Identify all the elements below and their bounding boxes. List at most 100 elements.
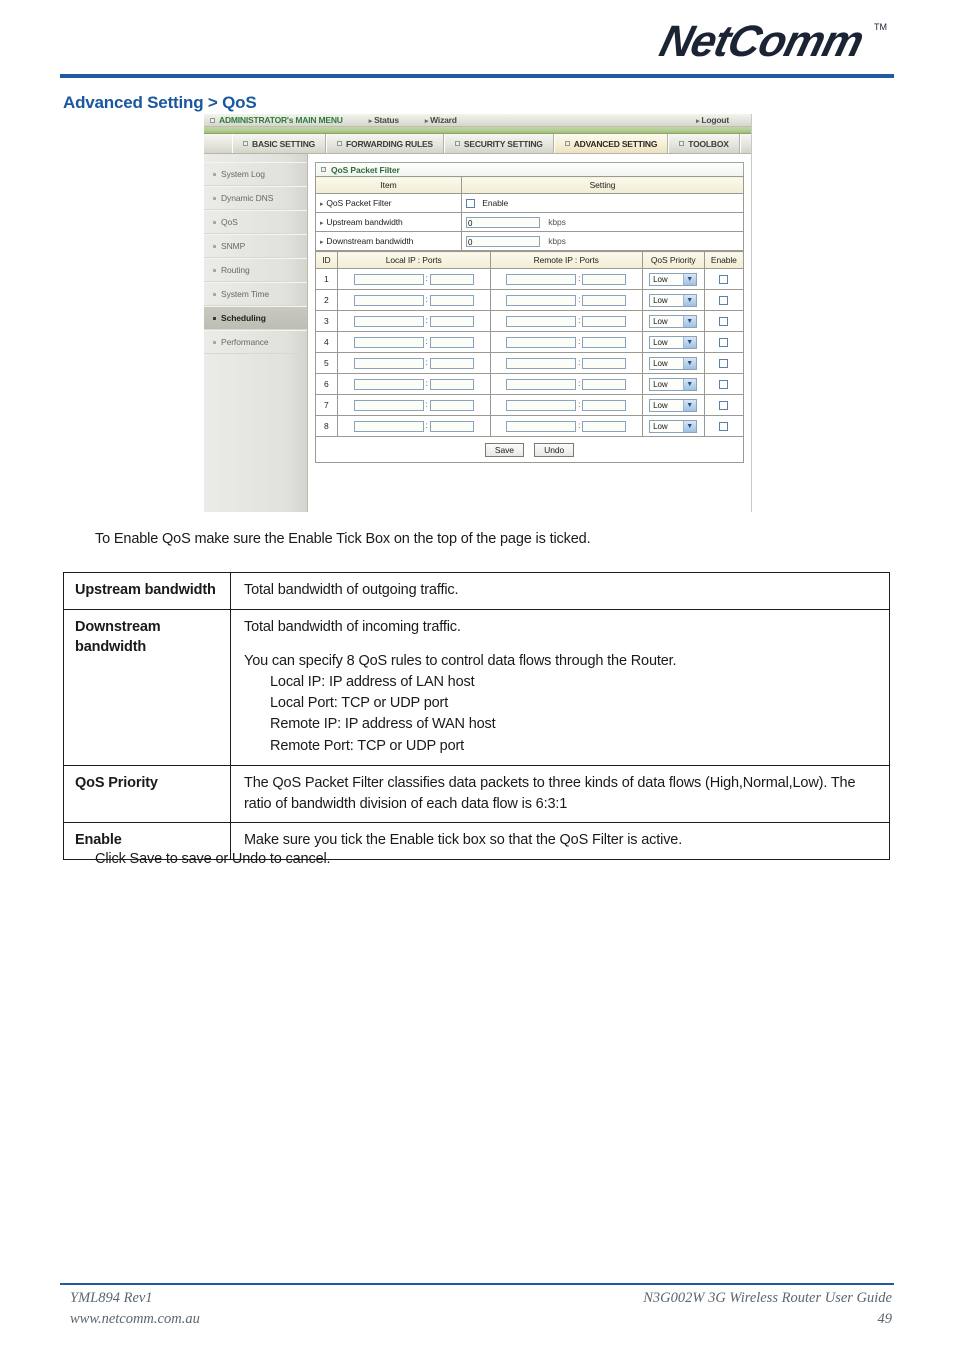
bullet-icon: [213, 172, 216, 176]
svg-text:NetComm: NetComm: [655, 18, 868, 66]
local-port-input[interactable]: [429, 315, 474, 327]
local-port-input[interactable]: [429, 357, 474, 369]
local-port-input[interactable]: [429, 378, 474, 390]
local-ip-input[interactable]: [353, 273, 424, 285]
upstream-bandwidth-input[interactable]: 0: [466, 216, 540, 228]
remote-port-input[interactable]: [582, 399, 627, 411]
tab-basic-setting[interactable]: BASIC SETTING: [232, 134, 327, 153]
rule-enable-checkbox[interactable]: [719, 317, 729, 327]
local-ip-input[interactable]: [353, 357, 424, 369]
local-port-input[interactable]: [429, 273, 474, 285]
label-downstream-bandwidth-text: Downstream bandwidth: [326, 236, 414, 246]
remote-port-input[interactable]: [582, 315, 627, 327]
rule-enable-checkbox[interactable]: [719, 401, 729, 411]
chevron-right-icon: ▸: [424, 118, 429, 125]
tab-security-setting[interactable]: SECURITY SETTING: [443, 134, 554, 153]
sidebar-item-dynamic-dns-label: Dynamic DNS: [221, 193, 274, 203]
local-ip-input[interactable]: [353, 378, 424, 390]
qos-priority-select[interactable]: Low ▼: [649, 377, 698, 391]
header-divider: [60, 74, 894, 78]
table-row: 2 : : Low ▼: [315, 289, 745, 311]
rules-col-priority: QoS Priority: [641, 251, 705, 269]
rule-enable-checkbox[interactable]: [719, 338, 729, 348]
local-port-input[interactable]: [429, 336, 474, 348]
sidebar-item-system-log[interactable]: System Log: [204, 162, 307, 186]
remote-port-input[interactable]: [582, 378, 627, 390]
local-ip-input[interactable]: [353, 336, 424, 348]
chevron-down-icon: ▼: [682, 399, 696, 411]
topbar-link-status[interactable]: ▸ Status: [369, 115, 399, 125]
tab-advanced-setting[interactable]: ADVANCED SETTING: [553, 134, 669, 153]
label-qos-packet-filter: ▸ QoS Packet Filter: [315, 193, 462, 213]
label-qos-packet-filter-text: QoS Packet Filter: [326, 198, 392, 208]
rule-enable-checkbox[interactable]: [719, 296, 729, 306]
remote-port-input[interactable]: [582, 420, 627, 432]
sidebar-item-dynamic-dns[interactable]: Dynamic DNS: [204, 186, 307, 210]
downstream-bullets: Local IP: IP address of LAN host Local P…: [244, 672, 879, 757]
rule-enable-checkbox[interactable]: [719, 380, 729, 390]
sidebar-item-system-time[interactable]: System Time: [204, 282, 307, 306]
qos-priority-select[interactable]: Low ▼: [649, 398, 698, 412]
remote-ip-input[interactable]: [506, 315, 576, 327]
table-row: 4 : : Low ▼: [315, 331, 745, 353]
sidebar-item-snmp[interactable]: SNMP: [204, 234, 307, 258]
qos-priority-select[interactable]: Low ▼: [649, 272, 698, 286]
netcomm-logo: NetComm TM: [646, 14, 896, 66]
remote-port-input[interactable]: [582, 273, 627, 285]
chevron-right-icon: ▸: [320, 201, 324, 208]
remote-ip-input[interactable]: [506, 399, 576, 411]
remote-ip-input[interactable]: [506, 273, 576, 285]
tab-toolbox[interactable]: TOOLBOX: [668, 134, 740, 153]
remote-ip-input[interactable]: [506, 357, 576, 369]
qos-priority-select[interactable]: Low ▼: [649, 356, 698, 370]
topbar-link-logout[interactable]: ▸ Logout: [696, 115, 729, 125]
rule-priority: Low ▼: [641, 415, 705, 437]
remote-port-input[interactable]: [582, 357, 627, 369]
rule-priority: Low ▼: [641, 394, 705, 416]
local-port-input[interactable]: [429, 420, 474, 432]
undo-button[interactable]: Undo: [534, 442, 575, 457]
rule-enable-checkbox[interactable]: [719, 359, 729, 369]
sidebar-item-performance[interactable]: Performance: [204, 330, 307, 354]
local-ip-input[interactable]: [353, 315, 424, 327]
remote-ip-input[interactable]: [506, 420, 576, 432]
qos-packet-filter-enable-label: Enable: [482, 198, 509, 209]
rule-enable-checkbox[interactable]: [719, 422, 729, 432]
settings-description-table: Upstream bandwidth Total bandwidth of ou…: [63, 572, 890, 860]
router-accent-bar: [204, 127, 751, 134]
rule-id: 6: [315, 373, 338, 395]
remote-port-input[interactable]: [582, 294, 627, 306]
local-ip-input[interactable]: [353, 399, 424, 411]
remote-port-input[interactable]: [582, 336, 627, 348]
sidebar-item-qos[interactable]: QoS: [204, 210, 307, 234]
local-port-input[interactable]: [429, 399, 474, 411]
save-button[interactable]: Save: [484, 442, 524, 457]
table-row: 7 : : Low ▼: [315, 394, 745, 416]
administrator-main-menu-link[interactable]: ADMINISTRATOR's MAIN MENU: [210, 115, 343, 125]
qos-packet-filter-enable-checkbox[interactable]: [466, 198, 475, 208]
table-row: 5 : : Low ▼: [315, 352, 745, 374]
sidebar-item-routing[interactable]: Routing: [204, 258, 307, 282]
topbar-link-wizard[interactable]: ▸ Wizard: [425, 115, 457, 125]
qos-priority-select[interactable]: Low ▼: [649, 314, 698, 328]
rule-enable-checkbox[interactable]: [719, 275, 729, 285]
qos-priority-value: Low: [653, 379, 668, 389]
bullet-icon: [213, 220, 216, 224]
remote-ip-input[interactable]: [506, 378, 576, 390]
local-port-input[interactable]: [429, 294, 474, 306]
chevron-down-icon: ▼: [682, 273, 696, 285]
desc-text-priority: The QoS Packet Filter classifies data pa…: [230, 764, 890, 824]
remote-ip-input[interactable]: [506, 336, 576, 348]
qos-priority-select[interactable]: Low ▼: [649, 335, 698, 349]
sidebar-item-scheduling[interactable]: Scheduling: [204, 306, 307, 330]
rule-local: :: [336, 289, 491, 311]
qos-priority-select[interactable]: Low ▼: [649, 419, 698, 433]
label-downstream-bandwidth: ▸ Downstream bandwidth: [315, 231, 462, 251]
tab-forwarding-rules[interactable]: FORWARDING RULES: [326, 134, 444, 153]
downstream-bandwidth-input[interactable]: 0: [466, 235, 540, 247]
qos-priority-select[interactable]: Low ▼: [649, 293, 698, 307]
rule-priority: Low ▼: [641, 289, 705, 311]
local-ip-input[interactable]: [353, 420, 424, 432]
local-ip-input[interactable]: [353, 294, 424, 306]
remote-ip-input[interactable]: [506, 294, 576, 306]
